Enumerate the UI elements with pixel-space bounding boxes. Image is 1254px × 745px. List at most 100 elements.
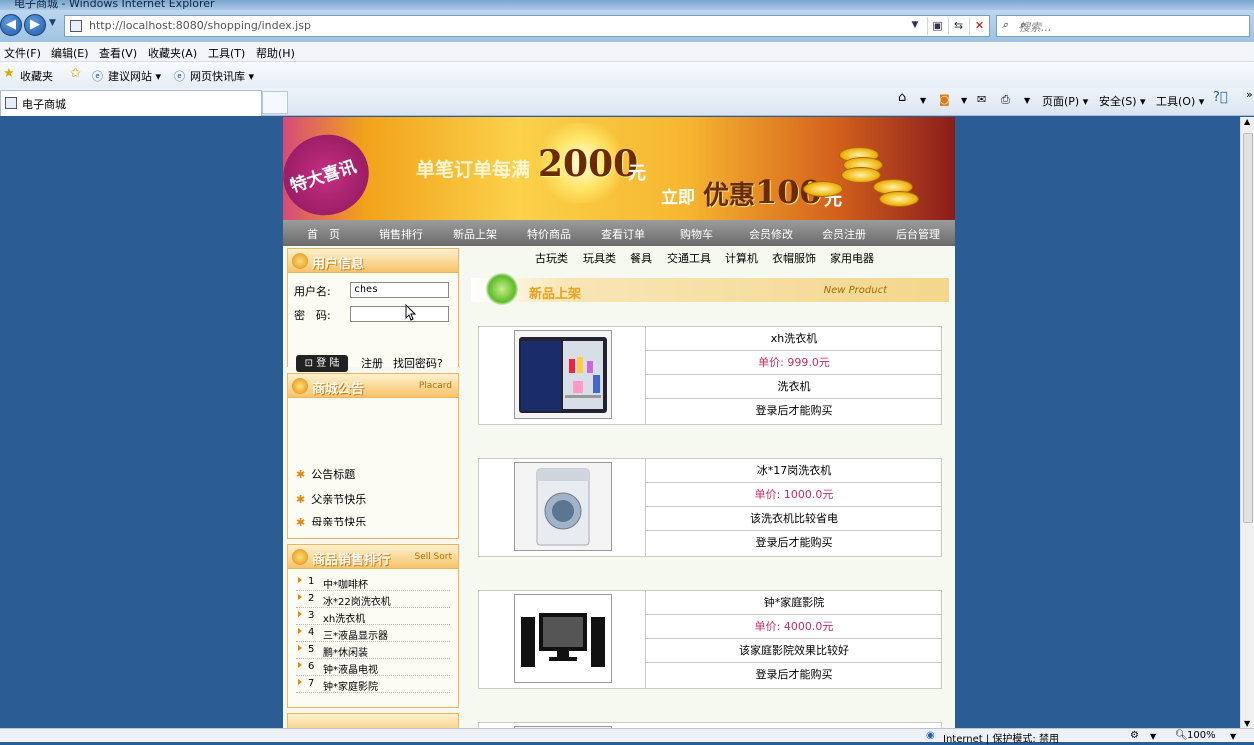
password-input[interactable] (350, 306, 449, 322)
tab-title[interactable]: 电子商城 (22, 96, 66, 112)
menu-edit[interactable]: 编辑(E) (51, 45, 89, 61)
status-dropdown-icon[interactable]: ▼ (1150, 732, 1156, 741)
product-desc: 该洗衣机比较省电 (646, 507, 942, 531)
scroll-down-icon[interactable]: ▼ (1244, 719, 1250, 728)
favorites-star-icon[interactable]: ★ (3, 66, 15, 81)
rank-item[interactable]: 4 三*液晶显示器 (296, 625, 450, 642)
tools-menu[interactable]: 工具(O) ▾ (1156, 93, 1204, 109)
home-dropdown-icon[interactable]: ▼ (920, 96, 926, 105)
security-zone[interactable]: Internet | 保护模式: 禁用 (943, 730, 1059, 745)
product-name[interactable]: xh洗衣机 (646, 327, 942, 351)
ie-page-icon: ⓔ (174, 70, 185, 83)
mail-icon[interactable]: ✉ (977, 93, 986, 106)
history-dropdown-icon[interactable]: ▼ (49, 18, 56, 28)
forgot-password-link[interactable]: 找回密码? (393, 355, 443, 371)
scrollbar-thumb[interactable] (1243, 133, 1253, 523)
rank-item[interactable]: 2 冰*22岗洗衣机 (296, 591, 450, 608)
help-icon[interactable]: ?⃝ (1213, 90, 1228, 105)
forward-button[interactable]: ▶ (24, 14, 46, 36)
favorites-bar: ★ 收藏夹 ✩ ⓔ 建议网站 ▾ ⓔ 网页快讯库 ▾ (0, 62, 1254, 88)
rank-item[interactable]: 1 中*咖啡杯 (296, 574, 450, 591)
rank-item[interactable]: 6 钟*液晶电视 (296, 659, 450, 676)
placard-item[interactable]: ✱ 父亲节快乐 (296, 491, 366, 507)
home-icon[interactable]: ⌂ (898, 90, 906, 105)
username-input[interactable]: ches (350, 282, 449, 298)
menu-favorites[interactable]: 收藏夹(A) (148, 45, 197, 61)
placard-item[interactable]: ✱ 母亲节快乐 (296, 514, 366, 526)
arrow-icon (298, 679, 302, 685)
nav-admin[interactable]: 后台管理 (896, 226, 940, 242)
compatibility-view-icon[interactable]: ▣ (927, 17, 947, 35)
favorites-label[interactable]: 收藏夹 (20, 68, 53, 84)
rank-item[interactable]: 3 xh洗衣机 (296, 608, 450, 625)
placard-en: Placard (418, 381, 452, 391)
nav-sales-rank[interactable]: 销售排行 (379, 226, 423, 242)
placard-item[interactable]: ✱ 公告标题 (296, 466, 355, 482)
web-slice-gallery-link[interactable]: 网页快讯库 ▾ (190, 68, 254, 84)
product-name[interactable]: 冰*17岗洗衣机 (646, 459, 942, 483)
buy-login-hint[interactable]: 登录后才能购买 (646, 531, 942, 555)
product-image[interactable] (514, 462, 612, 551)
address-dropdown-icon[interactable]: ▼ (905, 17, 925, 35)
vertical-scrollbar[interactable]: ▲ ▼ (1240, 117, 1254, 728)
zoom-dropdown-icon[interactable]: ▼ (1230, 732, 1236, 741)
category-link[interactable]: 衣帽服饰 (772, 250, 816, 266)
login-form: 用户名: ches 密 码: ⊡ 登 陆 注册 找回密码? (288, 273, 458, 372)
rank-item[interactable]: 5 鹏*休闲装 (296, 642, 450, 659)
print-dropdown-icon[interactable]: ▼ (1024, 96, 1030, 105)
feeds-dropdown-icon[interactable]: ▼ (961, 96, 967, 105)
nav-specials[interactable]: 特价商品 (527, 226, 571, 242)
address-bar[interactable]: http://localhost:8080/shopping/index.jsp… (64, 15, 990, 37)
register-link[interactable]: 注册 (361, 355, 383, 371)
category-link[interactable]: 计算机 (725, 250, 758, 266)
stop-icon[interactable]: ✕ (969, 17, 989, 35)
category-link[interactable]: 古玩类 (535, 250, 568, 266)
nav-register[interactable]: 会员注册 (822, 226, 866, 242)
nav-new-products[interactable]: 新品上架 (453, 226, 497, 242)
page-favicon (70, 20, 82, 32)
banner-unit1: 元 (628, 163, 646, 184)
nav-cart[interactable]: 购物车 (680, 226, 713, 242)
back-button[interactable]: ◀ (0, 14, 22, 36)
suggested-sites-link[interactable]: 建议网站 ▾ (108, 68, 161, 84)
menu-help[interactable]: 帮助(H) (256, 45, 295, 61)
new-tab-button[interactable] (262, 91, 288, 114)
menu-tools[interactable]: 工具(T) (208, 45, 245, 61)
product-name[interactable]: 钟*家庭影院 (646, 591, 942, 615)
category-link[interactable]: 家用电器 (830, 250, 874, 266)
menu-view[interactable]: 查看(V) (99, 45, 137, 61)
nav-orders[interactable]: 查看订单 (601, 226, 645, 242)
feeds-icon[interactable]: ◙ (939, 93, 950, 106)
address-url[interactable]: http://localhost:8080/shopping/index.jsp (89, 19, 311, 32)
arrow-icon (298, 645, 302, 651)
print-icon[interactable]: ⎙ (1001, 93, 1010, 107)
protected-mode-icon[interactable]: ⚙ (1130, 730, 1139, 741)
scroll-up-icon[interactable]: ▲ (1244, 117, 1250, 126)
nav-member-edit[interactable]: 会员修改 (749, 226, 793, 242)
zoom-level[interactable]: 100% (1187, 730, 1216, 741)
nav-home[interactable]: 首 页 (307, 226, 340, 242)
search-box[interactable]: ⌕ 搜索... ⌕ (996, 15, 1250, 37)
main-nav: 首 页 销售排行 新品上架 特价商品 查看订单 购物车 会员修改 会员注册 后台… (283, 220, 955, 246)
rank-item[interactable]: 7 钟*家庭影院 (296, 676, 450, 693)
category-link[interactable]: 玩具类 (583, 250, 616, 266)
product-image[interactable] (514, 594, 612, 683)
search-icon[interactable]: ⌕ (1019, 18, 1243, 32)
chevron-icon[interactable]: » (1246, 88, 1253, 101)
tab-current[interactable]: 电子商城 (0, 90, 262, 116)
page-menu[interactable]: 页面(P) ▾ (1042, 93, 1088, 109)
product-image[interactable] (514, 330, 612, 419)
menu-file[interactable]: 文件(F) (4, 45, 41, 61)
product-card: xh洗衣机 单价: 999.0元 洗衣机 登录后才能购买 (478, 326, 942, 425)
buy-login-hint[interactable]: 登录后才能购买 (646, 399, 942, 423)
safety-menu[interactable]: 安全(S) ▾ (1099, 93, 1146, 109)
category-link[interactable]: 交通工具 (667, 250, 711, 266)
refresh-icon[interactable]: ⇆ (948, 17, 968, 35)
login-button[interactable]: ⊡ 登 陆 (296, 355, 348, 372)
ie-page-icon: ⓔ (92, 70, 103, 83)
promo-banner: 特大喜讯 单笔订单每满 2000 元 立即 优惠 100 元 (283, 117, 955, 227)
category-link[interactable]: 餐具 (630, 250, 652, 266)
add-favorite-icon[interactable]: ✩ (70, 66, 81, 81)
login-label: 登 陆 (316, 358, 340, 369)
buy-login-hint[interactable]: 登录后才能购买 (646, 663, 942, 687)
